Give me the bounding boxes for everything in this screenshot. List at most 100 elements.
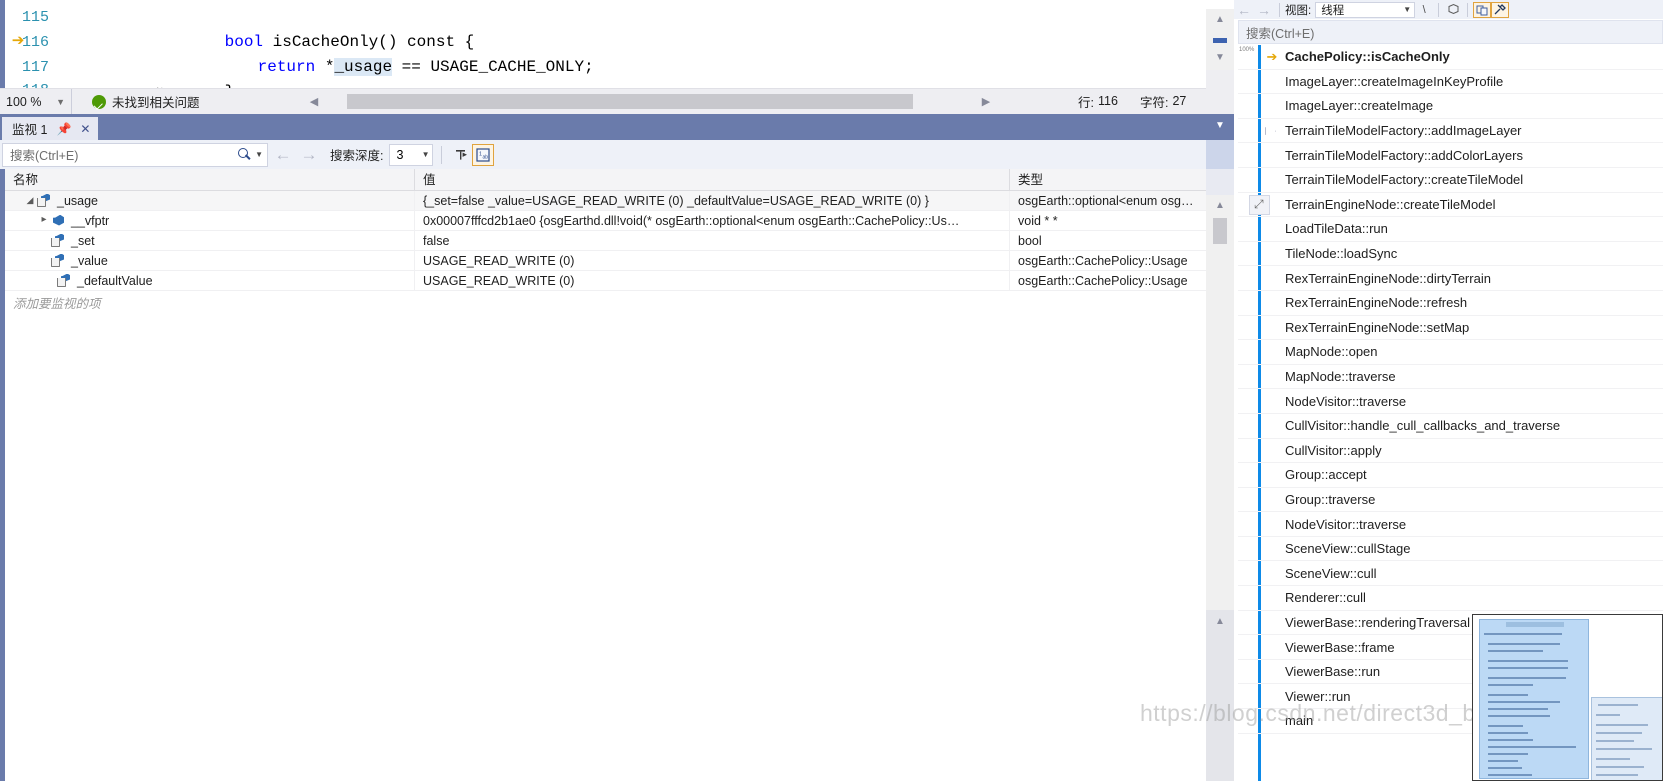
list-item[interactable]: LoadTileData::run <box>1238 217 1663 242</box>
editor-horizontal-scrollbar[interactable]: ◀ ▶ <box>305 90 995 112</box>
list-item[interactable]: Group::traverse <box>1238 488 1663 513</box>
callstack-prev-button[interactable]: ← <box>1234 2 1254 18</box>
watch-window: 监视 1 📌 ✕ ▼ 搜索(Ctrl+E) ▼ ← → 搜索深度: 3 ▼ <box>0 114 1234 781</box>
grid-scroll-up-button[interactable]: ▲ <box>1206 196 1234 214</box>
list-item[interactable]: Group::accept <box>1238 463 1663 488</box>
scroll-down-button[interactable]: ▼ <box>1206 48 1234 66</box>
callstack-next-button[interactable]: → <box>1254 2 1274 18</box>
search-prev-button[interactable]: ← <box>272 145 294 165</box>
list-item[interactable]: RexTerrainEngineNode::setMap <box>1238 316 1663 341</box>
show-external-code-icon[interactable] <box>1473 1 1492 18</box>
issue-status-text: 未找到相关问题 <box>112 96 200 110</box>
hollow-arrow-icon[interactable] <box>1261 126 1283 136</box>
triangle-right-icon[interactable]: ▶ <box>977 95 995 108</box>
row-gutter <box>1238 143 1261 167</box>
view-select[interactable]: 线程 ▼ <box>1315 1 1416 18</box>
column-header-name[interactable]: 名称 <box>5 169 415 191</box>
tab-watch-1[interactable]: 监视 1 📌 ✕ <box>2 117 99 140</box>
search-next-button[interactable]: → <box>298 145 320 165</box>
thumbnail-title-bar <box>1506 622 1564 627</box>
visual-studio-debug-window: ➔ 114 115 bool isCacheOnly() const { 116… <box>0 0 1663 781</box>
list-item[interactable]: MapNode::traverse <box>1238 365 1663 390</box>
expander-closed-icon[interactable] <box>37 211 51 231</box>
column-header-type[interactable]: 类型 <box>1010 169 1216 191</box>
table-row[interactable]: _defaultValue USAGE_READ_WRITE (0) osgEa… <box>5 270 1216 291</box>
list-item[interactable]: TileNode::loadSync <box>1238 242 1663 267</box>
list-item[interactable]: MapNode::open <box>1238 340 1663 365</box>
list-item[interactable]: ImageLayer::createImage <box>1238 94 1663 119</box>
frame-name: RexTerrainEngineNode::refresh <box>1285 295 1468 311</box>
zoom-level-selector[interactable]: 100 % ▼ <box>0 89 72 114</box>
table-row[interactable]: _value USAGE_READ_WRITE (0) osgEarth::Ca… <box>5 250 1216 271</box>
list-item[interactable]: 100% ➔ CachePolicy::isCacheOnly <box>1238 45 1663 70</box>
scroll-thumb-upper[interactable] <box>1213 38 1227 43</box>
external-code-icon[interactable]: \ <box>1415 2 1433 18</box>
watch-name-cell[interactable]: _defaultValue <box>5 270 415 291</box>
list-item[interactable]: CullVisitor::handle_cull_callbacks_and_t… <box>1238 414 1663 439</box>
chevron-down-icon[interactable]: ▼ <box>251 150 263 159</box>
list-item[interactable]: Renderer::cull <box>1238 586 1663 611</box>
list-item[interactable]: TerrainTileModelFactory::addImageLayer <box>1238 119 1663 144</box>
list-item[interactable]: TerrainTileModelFactory::createTileModel <box>1238 168 1663 193</box>
expander-open-icon[interactable] <box>23 191 37 211</box>
frame-name: TileNode::loadSync <box>1285 246 1398 262</box>
watch-name-cell[interactable]: _set <box>5 230 415 251</box>
code-line-117[interactable]: } <box>100 55 235 88</box>
close-icon[interactable]: ✕ <box>80 122 90 136</box>
grid-scroll-thumb[interactable] <box>1213 218 1227 244</box>
list-item[interactable]: ImageLayer::createImageInKeyProfile <box>1238 70 1663 95</box>
code-line-115[interactable]: bool isCacheOnly() const { <box>100 5 475 51</box>
field-icon <box>51 234 66 248</box>
watch-value-cell[interactable]: false <box>415 230 1010 251</box>
pin-icon[interactable]: 📌 <box>56 122 71 136</box>
code-line-116[interactable]: return *_usage == USAGE_CACHE_ONLY; 已用时间… <box>100 30 594 76</box>
table-row[interactable]: _usage {_set=false _value=USAGE_READ_WRI… <box>5 190 1216 211</box>
tab-overflow-chevron-icon[interactable]: ▼ <box>1206 116 1234 134</box>
watch-name-cell[interactable]: _value <box>5 250 415 271</box>
chevron-down-icon[interactable]: ▼ <box>1399 5 1411 14</box>
list-item[interactable]: NodeVisitor::traverse <box>1238 512 1663 537</box>
list-item[interactable]: RexTerrainEngineNode::refresh <box>1238 291 1663 316</box>
list-item[interactable]: RexTerrainEngineNode::dirtyTerrain <box>1238 266 1663 291</box>
row-gutter <box>1238 561 1261 585</box>
thumbnail-preview-overlay[interactable] <box>1472 614 1663 781</box>
hscroll-thumb[interactable] <box>347 93 913 109</box>
filter-pin-icon[interactable] <box>450 144 472 166</box>
search-input[interactable]: 搜索(Ctrl+E) ▼ <box>2 142 268 167</box>
chevron-down-icon[interactable]: ▼ <box>56 97 71 107</box>
list-item[interactable]: SceneView::cull <box>1238 561 1663 587</box>
row-gutter <box>1238 340 1261 364</box>
call-stack-search-input[interactable]: 搜索(Ctrl+E) <box>1238 20 1663 44</box>
watch-type-cell: osgEarth::CachePolicy::Usage <box>1010 270 1216 291</box>
issue-status[interactable]: 未找到相关问题 <box>72 92 322 111</box>
watch-pane-scrollbar[interactable]: ▲ ▼ ▼ ▲ ▲ <box>1206 0 1234 781</box>
list-item[interactable]: TerrainTileModelFactory::addColorLayers <box>1238 143 1663 168</box>
column-header-value[interactable]: 值 <box>415 169 1010 191</box>
hscroll-track[interactable] <box>323 93 977 109</box>
watch-value-cell[interactable]: USAGE_READ_WRITE (0) <box>415 250 1010 271</box>
module-cube-icon[interactable] <box>1444 2 1462 18</box>
search-magnifier-icon[interactable] <box>238 148 251 161</box>
list-item[interactable]: CullVisitor::apply <box>1238 439 1663 464</box>
table-row[interactable]: __vfptr 0x00007fffcd2b1ae0 {osgEarthd.dl… <box>5 210 1216 231</box>
list-item[interactable]: TerrainEngineNode::createTileModel <box>1238 193 1663 218</box>
watch-name-cell[interactable]: _usage <box>5 190 415 211</box>
watch-value-cell[interactable]: {_set=false _value=USAGE_READ_WRITE (0) … <box>415 190 1010 211</box>
list-item[interactable]: NodeVisitor::traverse <box>1238 389 1663 414</box>
code-editor[interactable]: ➔ 114 115 bool isCacheOnly() const { 116… <box>0 0 1204 88</box>
grid-header-row: 名称 值 类型 <box>5 169 1216 191</box>
watch-name-cell[interactable]: __vfptr <box>5 210 415 231</box>
chevron-down-icon[interactable]: ▼ <box>418 150 430 159</box>
watch-value-cell[interactable]: USAGE_READ_WRITE (0) <box>415 270 1010 291</box>
add-watch-row[interactable]: 添加要监视的项 <box>5 291 1216 313</box>
grid-scroll-down-button[interactable]: ▲ <box>1206 612 1234 630</box>
watch-value-cell[interactable]: 0x00007fffcd2b1ae0 {osgEarthd.dll!void(*… <box>415 210 1010 231</box>
settings-wrench-icon[interactable] <box>1491 1 1510 18</box>
table-row[interactable]: _set false bool <box>5 230 1216 251</box>
search-depth-select[interactable]: 3 ▼ <box>389 143 434 166</box>
hexadecimal-display-icon[interactable]: 1 ab <box>472 143 495 166</box>
scroll-up-button[interactable]: ▲ <box>1206 10 1234 28</box>
list-item[interactable]: SceneView::cullStage <box>1238 537 1663 562</box>
triangle-left-icon[interactable]: ◀ <box>305 95 323 108</box>
grid-scroll-lower[interactable] <box>1206 610 1234 781</box>
